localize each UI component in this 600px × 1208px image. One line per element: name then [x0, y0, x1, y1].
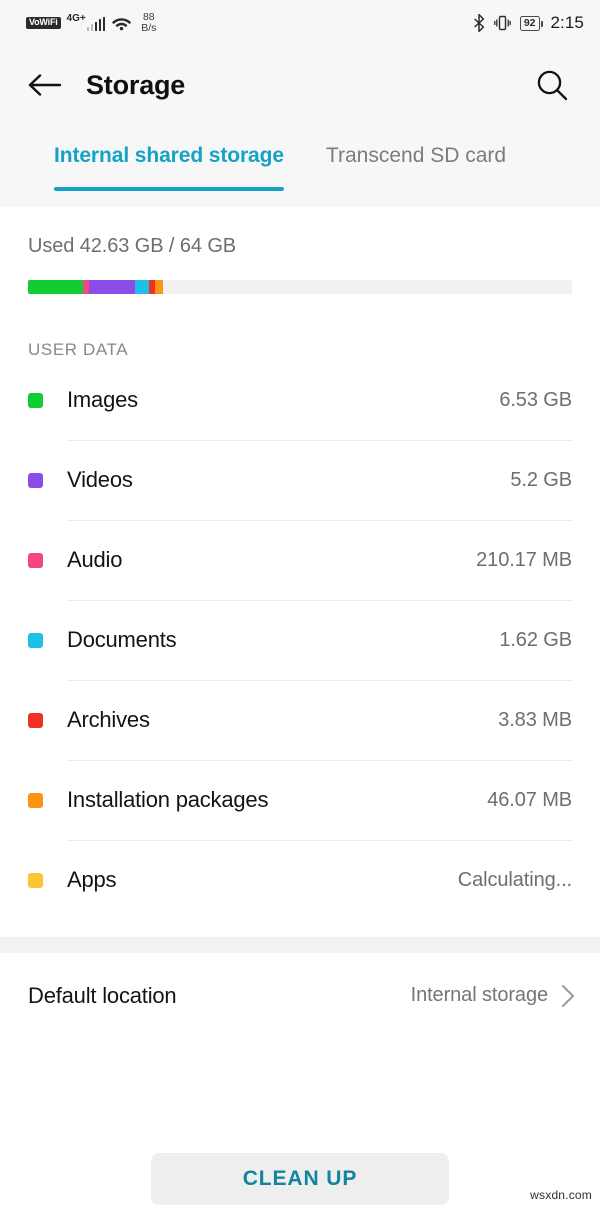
storage-category-list: Images 6.53 GB Videos 5.2 GB Audio 210.17 MB D… [0, 360, 600, 920]
vowifi-badge-icon: VoWiFi [26, 17, 61, 29]
storage-row-value: 5.2 GB [510, 468, 572, 491]
storage-row-value: 46.07 MB [487, 788, 572, 811]
status-bar-left: VoWiFi 4G+ 88 B/s [26, 11, 157, 34]
data-speed-unit: B/s [141, 22, 157, 34]
back-arrow-icon [27, 72, 61, 98]
cleanup-button-container: CLEAN UP [0, 1153, 600, 1205]
usage-progress-bar [28, 280, 572, 294]
chevron-right-icon [560, 983, 576, 1009]
color-swatch-icon [28, 632, 43, 648]
color-swatch-icon [28, 872, 43, 888]
storage-row-videos[interactable]: Videos 5.2 GB [28, 440, 572, 520]
status-bar-clock: 2:15 [550, 13, 584, 32]
storage-row-documents[interactable]: Documents 1.62 GB [28, 600, 572, 680]
storage-row-value: Calculating... [457, 868, 572, 891]
app-bar: Storage [0, 46, 600, 124]
default-location-row[interactable]: Default location Internal storage [0, 953, 600, 1038]
color-swatch-icon [28, 712, 43, 728]
storage-row-value: 6.53 GB [499, 388, 572, 411]
storage-row-images[interactable]: Images 6.53 GB [28, 360, 572, 440]
default-location-label: Default location [28, 982, 177, 1008]
signal-strength-bars [86, 16, 106, 31]
storage-row-label: Documents [67, 627, 177, 652]
storage-tabs: Internal shared storage Transcend SD car… [0, 124, 600, 207]
status-bar: VoWiFi 4G+ 88 B/s 92 2:15 [0, 0, 600, 46]
clean-up-button[interactable]: CLEAN UP [151, 1153, 449, 1205]
storage-row-label: Installation packages [67, 787, 269, 812]
storage-row-label: Audio [67, 547, 123, 572]
color-swatch-icon [28, 552, 43, 568]
color-swatch-icon [28, 392, 43, 408]
usage-summary-text: Used 42.63 GB / 64 GB [28, 235, 237, 257]
section-header-user-data: USER DATA [28, 340, 129, 359]
storage-row-apps[interactable]: Apps Calculating... [28, 840, 572, 920]
page-title: Storage [86, 69, 186, 100]
storage-row-label: Images [67, 387, 138, 412]
bluetooth-icon [473, 14, 485, 32]
back-button[interactable] [24, 65, 64, 105]
section-divider [0, 937, 600, 953]
storage-content: Used 42.63 GB / 64 GB USER DATA Images 6.… [0, 207, 600, 1038]
tab-internal-shared-storage[interactable]: Internal shared storage [54, 124, 284, 191]
usage-segment-images [28, 280, 84, 294]
usage-segment-videos [89, 280, 136, 294]
storage-row-label: Archives [67, 707, 150, 732]
wifi-icon [111, 15, 132, 31]
watermark: wsxdn.com [530, 1188, 592, 1202]
storage-row-archives[interactable]: Archives 3.83 MB [28, 680, 572, 760]
status-bar-right: 92 2:15 [473, 13, 584, 33]
network-type-label: 4G+ [66, 12, 86, 24]
color-swatch-icon [28, 472, 43, 488]
storage-row-value: 1.62 GB [499, 628, 572, 651]
storage-row-installation-packages[interactable]: Installation packages 46.07 MB [28, 760, 572, 840]
storage-row-value: 3.83 MB [498, 708, 572, 731]
usage-segment-installation-packages [154, 280, 163, 294]
storage-row-value: 210.17 MB [476, 548, 572, 571]
storage-row-audio[interactable]: Audio 210.17 MB [28, 520, 572, 600]
storage-row-label: Videos [67, 467, 133, 492]
default-location-value: Internal storage [410, 984, 548, 1006]
vibrate-icon [493, 15, 511, 31]
tab-transcend-sd-card[interactable]: Transcend SD card [326, 124, 506, 168]
signal-bars-icon: 4G+ [66, 12, 106, 31]
data-speed-indicator: 88 B/s [141, 11, 157, 34]
usage-segment-documents [135, 280, 150, 294]
battery-percent-label: 92 [523, 16, 536, 29]
search-icon [535, 68, 569, 102]
color-swatch-icon [28, 792, 43, 808]
search-button[interactable] [530, 63, 574, 107]
usage-summary: Used 42.63 GB / 64 GB [0, 207, 600, 294]
storage-row-label: Apps [67, 867, 117, 892]
battery-icon: 92 [519, 15, 543, 31]
